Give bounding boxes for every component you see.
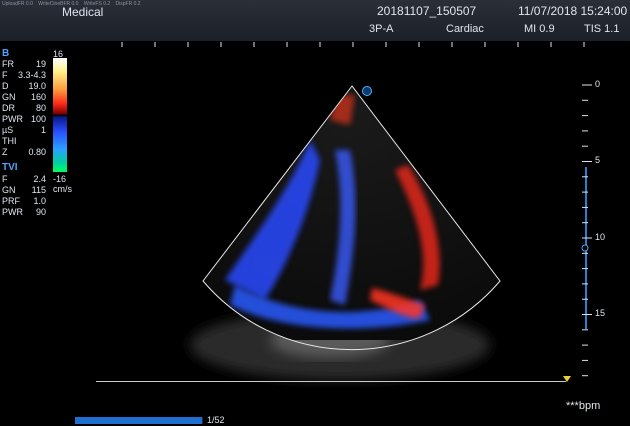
depth-label-0: 0 bbox=[595, 79, 601, 89]
heart-rate: ***bpm bbox=[566, 400, 601, 412]
depth-label-5: 5 bbox=[595, 155, 601, 165]
cine-progress[interactable] bbox=[75, 417, 202, 424]
focus-handle-icon[interactable] bbox=[581, 244, 589, 252]
cine-frame-counter: 1/52 bbox=[207, 415, 225, 425]
color-doppler-sector bbox=[203, 86, 500, 340]
depth-label-10: 10 bbox=[595, 232, 606, 242]
depth-label-15: 15 bbox=[595, 308, 606, 318]
probe-orientation-icon bbox=[362, 86, 372, 96]
baseline bbox=[96, 381, 566, 382]
focus-marker-icon[interactable] bbox=[563, 376, 571, 382]
ultrasound-image[interactable] bbox=[0, 0, 630, 426]
depth-ticks bbox=[581, 84, 592, 377]
